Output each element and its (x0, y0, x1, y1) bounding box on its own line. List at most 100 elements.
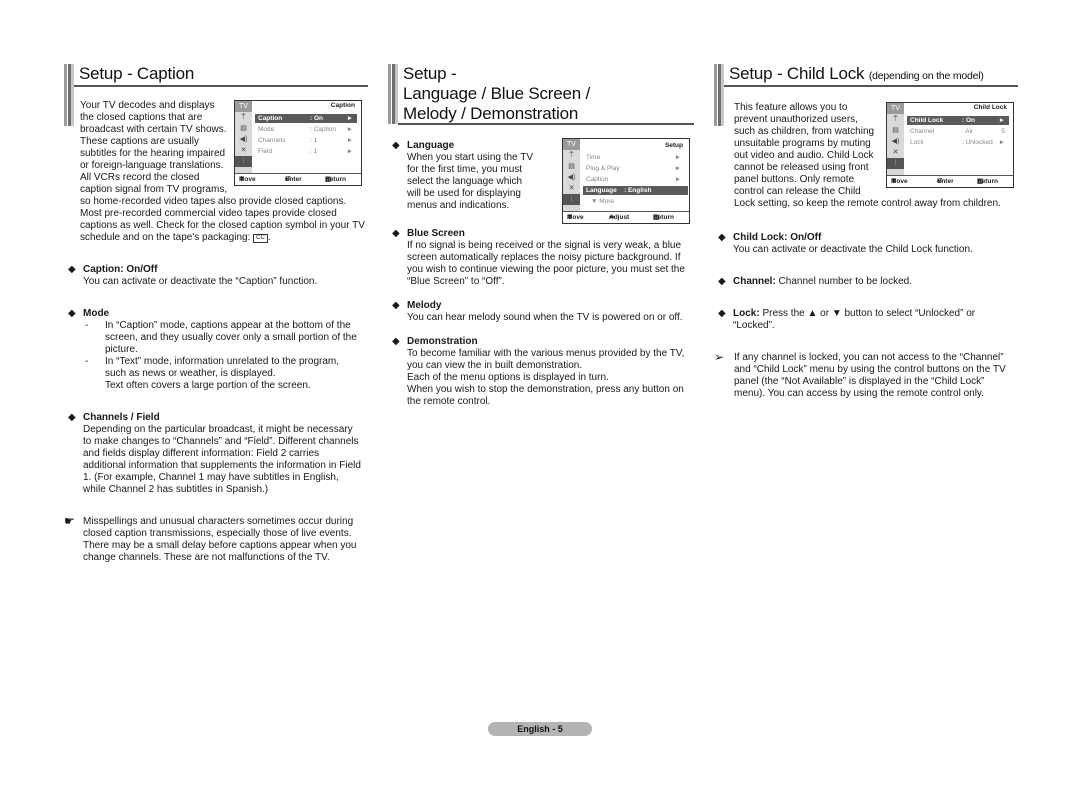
osd-row-value: : Air (962, 128, 974, 135)
osd-sidebar: TV ⍑ ▤ ◀) ✕ ⫶ (887, 103, 904, 176)
osd-row-field[interactable]: Field: 1 ► (255, 147, 357, 156)
osd-row-label: Mode (258, 126, 275, 133)
osd-sidebar: TV ⍑ ▤ ◀) ✕ ⫶ (563, 139, 580, 212)
cc-symbol-icon: CC (253, 234, 268, 243)
childlock-note: ➢ If any channel is locked, you can not … (714, 350, 1012, 400)
arrow-note-icon: ➢ (714, 350, 725, 364)
osd-row-label: Language (586, 187, 617, 194)
osd-row-label: Caption (258, 115, 283, 122)
chevron-right-icon: ► (346, 115, 353, 122)
osd-row-lock[interactable]: Lock : Unlocked ► (907, 138, 1009, 147)
osd-row-channels[interactable]: Channels: 1 ► (255, 136, 357, 145)
setup-icon: ⫶ (235, 156, 252, 167)
title-main: Setup - Child Lock (729, 64, 865, 83)
chevron-right-icon: ► (998, 139, 1005, 146)
language-column: Setup - Language / Blue Screen / Melody … (388, 62, 694, 408)
mode-dash-item: - In “Caption” mode, captions appear at t… (85, 320, 357, 355)
bullet-diamond-icon: ◆ (392, 300, 400, 311)
chevron-right-icon: ► (346, 126, 353, 133)
osd-row-language[interactable]: Language : English (583, 186, 688, 195)
osd-row-time[interactable]: Time ► (583, 153, 685, 162)
osd-title: Setup (664, 142, 683, 149)
heading-bars-decoration (388, 64, 398, 124)
section-title: Mode (83, 308, 110, 319)
osd-row-label: Caption (586, 176, 609, 183)
sound-icon: ◀) (239, 136, 248, 143)
section-mode: ◆ Mode - In “Caption” mode, captions appe… (64, 308, 362, 392)
osd-footer: ⬍ Move ⏎ Enter ▥ Return (887, 175, 1013, 187)
osd-footer: ⬍ Move ⬌ Adjust ▥ Return (563, 211, 689, 223)
osd-row-label: Time (586, 154, 601, 161)
bullet-diamond-icon: ◆ (718, 232, 726, 243)
chevron-right-icon: ► (998, 117, 1005, 124)
osd-row-label: Channel (910, 128, 935, 135)
note-text: Misspellings and unusual characters some… (83, 516, 357, 563)
picture-icon: ▤ (568, 163, 575, 170)
osd-row-mode[interactable]: Mode : Caption ► (255, 125, 357, 134)
picture-icon: ▤ (240, 125, 247, 132)
osd-row-channel[interactable]: Channel : Air 5 (907, 127, 1009, 136)
osd-row-value: : Unlocked (962, 139, 993, 146)
dash-text: In “Caption” mode, captions appear at th… (105, 320, 357, 355)
osd-row-label: Lock (910, 139, 924, 146)
section-demonstration: ◆ Demonstration To become familiar with … (388, 336, 688, 408)
chevron-right-icon: ► (674, 176, 681, 183)
mode-dash-item: - In “Text” mode, information unrelated t… (85, 356, 340, 379)
section-body: You can hear melody sound when the TV is… (407, 312, 683, 323)
osd-row-more[interactable]: ▼ More (583, 197, 685, 206)
bullet-diamond-icon: ◆ (718, 276, 726, 287)
section-title: Channels / Field (83, 412, 160, 423)
section-heading: Setup - Language / Blue Screen / Melody … (388, 62, 694, 128)
picture-icon: ▤ (892, 127, 899, 134)
antenna-icon: ⍑ (893, 116, 898, 123)
heading-rule (724, 85, 1018, 87)
mode-extra: Text often covers a large portion of the… (105, 380, 311, 391)
osd-row-label: Child Lock (910, 117, 944, 124)
chevron-right-icon: ► (674, 165, 681, 172)
channel-number: 5 (1001, 128, 1005, 135)
title-line: Language / Blue Screen / (403, 84, 591, 103)
osd-row-caption[interactable]: Caption: On ► (255, 114, 357, 123)
section-blue-screen: ◆ Blue Screen If no signal is being rece… (388, 228, 688, 288)
osd-footer-enter: Enter (285, 176, 302, 183)
bullet-diamond-icon: ◆ (718, 308, 726, 319)
osd-row-caption[interactable]: Caption ► (583, 175, 685, 184)
osd-footer-move: Move (891, 178, 908, 185)
osd-row-label: Plug & Play (586, 165, 620, 172)
osd-row-value: : English (624, 187, 652, 194)
language-title: Setup - Language / Blue Screen / Melody … (403, 62, 688, 128)
note-text: If any channel is locked, you can not ac… (734, 352, 1006, 399)
setup-icon: ⫶ (887, 158, 904, 169)
section-body: Channel number to be locked. (775, 276, 912, 287)
section-title: Caption: On/Off (83, 264, 158, 275)
section-language: ◆ Language When you start using the TV f… (388, 138, 690, 224)
osd-footer: ⬍ Move ⏎ Enter ▥ Return (235, 173, 361, 185)
title-sub: (depending on the model) (868, 70, 984, 82)
dash-text: In “Text” mode, information unrelated to… (105, 356, 340, 379)
bullet-diamond-icon: ◆ (392, 228, 400, 239)
channel-icon: ✕ (892, 149, 899, 156)
setup-icon: ⫶ (563, 194, 580, 205)
osd-row-value: : Caption (310, 126, 337, 133)
bullet-diamond-icon: ◆ (68, 264, 76, 275)
osd-row-label: ▼ More (591, 198, 615, 205)
channel-icon: ✕ (240, 147, 247, 154)
pointing-hand-icon: ☛ (64, 514, 75, 528)
title-line: Melody / Demonstration (403, 104, 579, 123)
childlock-column: Setup - Child Lock (depending on the mod… (714, 62, 1018, 400)
osd-tv-label: TV (887, 103, 904, 114)
section-body: Depending on the particular broadcast, i… (83, 424, 361, 495)
section-caption-onoff: ◆ Caption: On/Off You can activate or de… (64, 264, 362, 288)
section-melody: ◆ Melody You can hear melody sound when … (388, 300, 688, 324)
osd-row-plug-and-play[interactable]: Plug & Play ► (583, 164, 685, 173)
chevron-right-icon: ► (346, 137, 353, 144)
channel-icon: ✕ (568, 185, 575, 192)
osd-row-child-lock[interactable]: Child Lock: On ► (907, 116, 1009, 125)
osd-row-value: : 1 (310, 148, 318, 155)
osd-footer-return: Return (653, 214, 674, 221)
bullet-diamond-icon: ◆ (68, 412, 76, 423)
section-body: Press the ▲ or ▼ button to select “Unloc… (733, 308, 976, 331)
section-heading: Setup - Caption (64, 62, 368, 126)
section-title: Melody (407, 300, 442, 311)
chevron-right-icon: ► (346, 148, 353, 155)
